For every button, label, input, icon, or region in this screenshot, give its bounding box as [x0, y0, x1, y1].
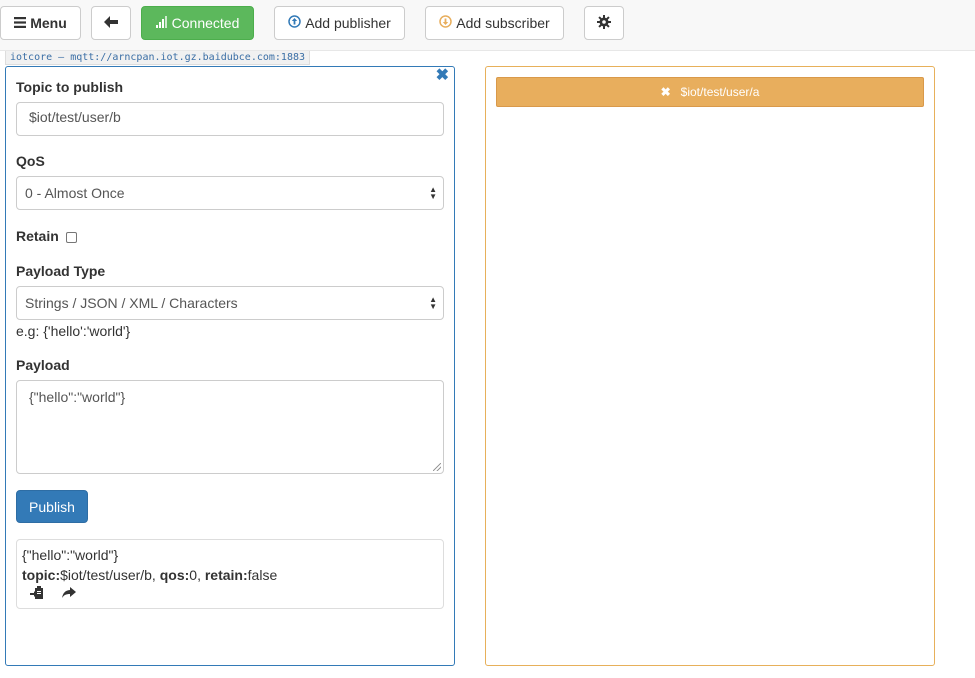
menu-button[interactable]: Menu — [0, 6, 81, 40]
topic-input[interactable]: $iot/test/user/b — [16, 102, 444, 136]
history-topic: $iot/test/user/b, — [60, 567, 156, 583]
payload-label: Payload — [16, 357, 70, 373]
copy-to-field-icon[interactable] — [30, 584, 44, 604]
publish-history-item: {"hello":"world"} topic:$iot/test/user/b… — [16, 539, 444, 609]
qos-label: QoS — [16, 153, 45, 169]
history-payload: {"hello":"world"} — [22, 547, 119, 563]
add-subscriber-label: Add subscriber — [456, 15, 550, 31]
settings-button[interactable] — [584, 6, 624, 40]
select-arrows-icon: ▲ ▼ — [429, 295, 437, 311]
qos-selected-value: 0 - Almost Once — [25, 185, 125, 201]
payload-type-select[interactable]: Strings / JSON / XML / Characters ▲ ▼ — [16, 286, 444, 320]
history-qos-key: qos: — [159, 567, 190, 583]
close-icon[interactable]: ✖ — [661, 85, 671, 99]
payload-hint: e.g: {'hello':'world'} — [16, 323, 131, 339]
signal-icon — [155, 15, 168, 31]
publish-button[interactable]: Publish — [16, 490, 88, 523]
connected-button[interactable]: Connected — [141, 6, 254, 40]
topic-label: Topic to publish — [16, 79, 124, 95]
add-subscriber-button[interactable]: Add subscriber — [425, 6, 564, 40]
subscriber-panel: ✖ $iot/test/user/a — [485, 66, 935, 666]
history-qos: 0, — [189, 567, 201, 583]
subscription-topic-bar: ✖ $iot/test/user/a — [496, 77, 924, 107]
payload-type-selected-value: Strings / JSON / XML / Characters — [25, 295, 238, 311]
arrow-down-circle-icon — [439, 15, 453, 31]
menu-label: Menu — [30, 15, 67, 31]
subscription-topic: $iot/test/user/a — [680, 85, 760, 99]
history-actions — [22, 585, 438, 603]
close-icon[interactable]: ✖ — [436, 67, 449, 85]
add-publisher-button[interactable]: Add publisher — [274, 6, 405, 40]
payload-text: {"hello":"world"} — [29, 389, 126, 405]
publisher-panel: ✖ Topic to publish $iot/test/user/b QoS … — [5, 66, 455, 666]
share-icon[interactable] — [62, 584, 76, 604]
qos-select[interactable]: 0 - Almost Once ▲ ▼ — [16, 176, 444, 210]
arrow-up-circle-icon — [288, 15, 301, 31]
hamburger-icon — [14, 15, 27, 31]
select-arrows-icon: ▲ ▼ — [429, 185, 437, 201]
history-topic-key: topic: — [22, 567, 61, 583]
history-retain-key: retain: — [204, 567, 248, 583]
arrow-left-icon — [104, 15, 118, 31]
add-publisher-label: Add publisher — [305, 15, 391, 31]
connected-label: Connected — [171, 15, 240, 31]
gear-icon — [597, 14, 611, 32]
payload-textarea[interactable]: {"hello":"world"} — [16, 380, 444, 474]
top-toolbar: Menu Connected Add publisher Add subscri… — [0, 0, 975, 51]
retain-checkbox[interactable] — [66, 232, 77, 243]
retain-label: Retain — [16, 228, 59, 244]
payload-type-label: Payload Type — [16, 263, 106, 279]
history-retain: false — [247, 567, 278, 583]
history-meta: topic:$iot/test/user/b, qos:0, retain:fa… — [22, 565, 438, 585]
connection-label: iotcore — mqtt://arncpan.iot.gz.baidubce… — [5, 51, 311, 65]
back-button[interactable] — [91, 6, 131, 40]
resize-handle[interactable] — [433, 463, 441, 471]
